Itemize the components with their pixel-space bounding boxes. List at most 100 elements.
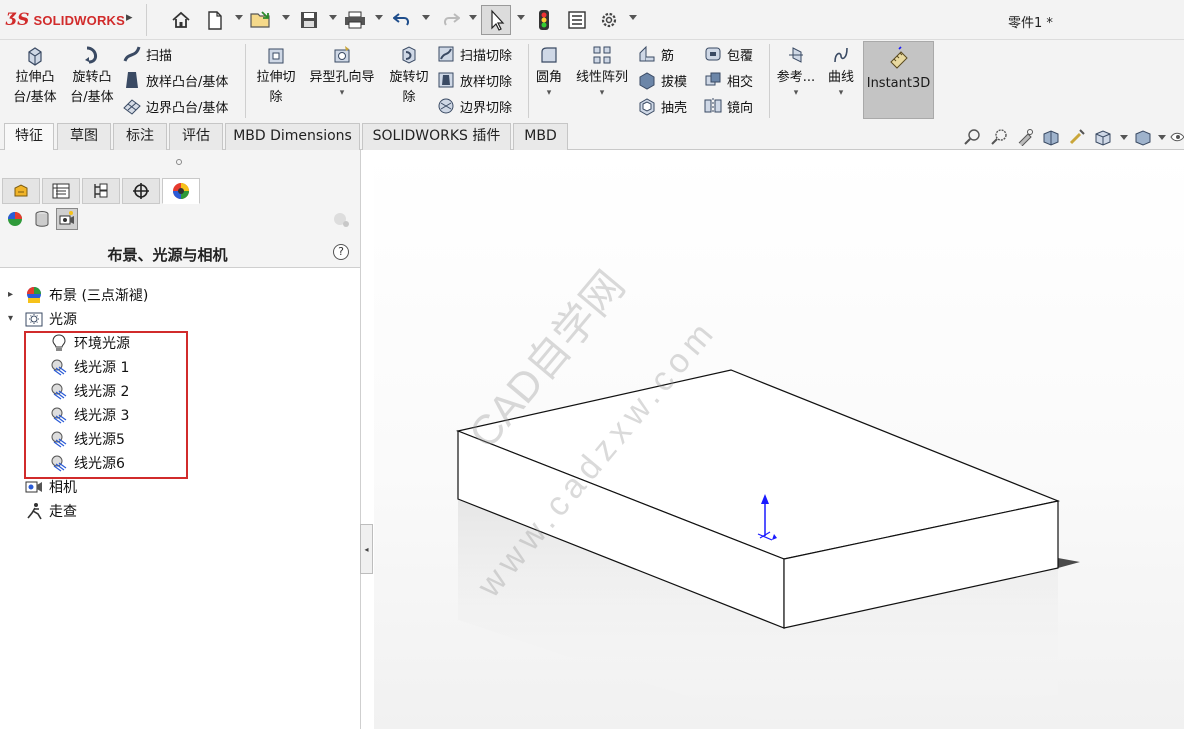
hide-show-items-icon[interactable] — [1170, 128, 1184, 150]
collapse-panel-arrow-icon[interactable]: ◂ — [360, 524, 373, 574]
chevron-down-icon[interactable] — [282, 15, 290, 20]
tab-property-manager[interactable] — [42, 178, 80, 204]
undo-icon[interactable] — [391, 6, 413, 34]
camera-icon — [25, 478, 43, 496]
panel-resize-handle[interactable] — [176, 159, 182, 165]
tab-features[interactable]: 特征 — [4, 123, 54, 150]
curves-button[interactable]: 曲线 ▾ — [822, 44, 860, 98]
extrude-cut-button[interactable]: 拉伸切 除 — [250, 44, 302, 108]
tab-markup[interactable]: 标注 — [113, 123, 167, 150]
help-icon[interactable]: ? — [333, 244, 349, 260]
panel-title: 布景、光源与相机 — [107, 246, 228, 264]
zoom-to-fit-icon[interactable] — [963, 128, 981, 150]
menu-expand-icon[interactable]: ▸ — [126, 10, 133, 25]
display-style-icon[interactable] — [1134, 128, 1152, 150]
select-pointer-icon[interactable] — [481, 5, 511, 35]
decals-icon[interactable] — [31, 208, 53, 230]
tab-feature-manager[interactable] — [2, 178, 40, 204]
zoom-to-area-icon[interactable] — [990, 128, 1008, 150]
mirror-button[interactable]: 镜向 — [703, 95, 753, 117]
draft-button[interactable]: 拔模 — [637, 69, 687, 91]
reference-geometry-button[interactable]: 参考... ▾ — [774, 44, 818, 98]
chevron-down-icon[interactable] — [329, 15, 337, 20]
chevron-down-icon[interactable] — [629, 15, 637, 20]
chevron-right-icon[interactable]: ▸ — [8, 289, 13, 300]
panel-splitter[interactable] — [360, 150, 374, 729]
rendering-options-icon[interactable] — [330, 208, 352, 230]
chevron-down-icon[interactable] — [375, 15, 383, 20]
extrude-boss-button[interactable]: 拉伸凸 台/基体 — [8, 44, 62, 108]
file-properties-icon[interactable] — [566, 6, 588, 34]
solidworks-logo[interactable]: ƷS SOLIDWORKS — [6, 9, 125, 31]
hole-wizard-button[interactable]: 异型孔向导 ▾ — [305, 44, 379, 98]
draft-icon — [639, 72, 655, 90]
tree-item-walkthrough[interactable]: 走查 — [25, 500, 77, 522]
save-icon[interactable] — [298, 6, 320, 34]
rib-button[interactable]: 筋 — [637, 43, 674, 65]
chevron-down-icon[interactable]: ▾ — [572, 88, 632, 98]
highlight-annotation-box — [24, 331, 188, 479]
chevron-down-icon[interactable]: ▾ — [305, 88, 379, 98]
open-file-icon[interactable] — [249, 6, 273, 34]
linear-pattern-icon — [593, 46, 611, 64]
chevron-down-icon[interactable] — [469, 15, 477, 20]
chevron-down-icon[interactable]: ▾ — [774, 88, 818, 98]
tab-solidworks-addins[interactable]: SOLIDWORKS 插件 — [362, 123, 511, 150]
tab-configuration-manager[interactable] — [82, 178, 120, 204]
boundary-boss-icon — [123, 99, 141, 115]
sweep-button[interactable]: 扫描 — [122, 43, 172, 65]
reference-geometry-icon — [789, 47, 803, 63]
dynamic-annotation-icon[interactable] — [1068, 128, 1086, 150]
home-icon[interactable] — [170, 6, 192, 34]
appearances-icon[interactable] — [4, 208, 26, 230]
tree-item-camera[interactable]: 相机 — [25, 476, 77, 498]
chevron-down-icon[interactable] — [1158, 135, 1166, 140]
shell-button[interactable]: 抽壳 — [637, 95, 687, 117]
divider — [245, 44, 246, 118]
chevron-down-icon[interactable] — [517, 15, 525, 20]
divider — [146, 4, 147, 36]
new-document-icon[interactable] — [205, 6, 225, 34]
revolve-cut-button[interactable]: 旋转切 除 — [383, 44, 435, 108]
tab-mbd-dimensions[interactable]: MBD Dimensions — [225, 123, 360, 150]
crosshair-icon — [133, 183, 149, 199]
rebuild-traffic-light-icon[interactable] — [535, 6, 553, 34]
tab-mbd[interactable]: MBD — [513, 123, 568, 150]
intersect-icon — [705, 72, 721, 86]
previous-view-icon[interactable] — [1016, 128, 1034, 150]
loft-boss-button[interactable]: 放样凸台/基体 — [122, 69, 228, 91]
tab-display-manager[interactable] — [162, 178, 200, 204]
revolve-boss-button[interactable]: 旋转凸 台/基体 — [65, 44, 119, 108]
boundary-boss-button[interactable]: 边界凸台/基体 — [122, 95, 228, 117]
chevron-down-icon[interactable]: ▾ — [822, 88, 860, 98]
curves-icon — [834, 47, 848, 63]
tab-evaluate[interactable]: 评估 — [169, 123, 223, 150]
print-icon[interactable] — [343, 6, 367, 34]
tree-item-scene[interactable]: 布景 (三点渐褪) — [25, 284, 148, 306]
graphics-area[interactable]: CAD自学网 www.cadzxw.com — [374, 150, 1184, 729]
loft-cut-button[interactable]: 放样切除 — [436, 69, 512, 91]
linear-pattern-button[interactable]: 线性阵列 ▾ — [572, 44, 632, 98]
options-gear-icon[interactable] — [598, 6, 620, 34]
chevron-down-icon[interactable]: ▾ — [532, 88, 566, 98]
wrap-button[interactable]: 包覆 — [703, 43, 753, 65]
fillet-button[interactable]: 圆角 ▾ — [532, 44, 566, 98]
chevron-down-icon[interactable] — [235, 15, 243, 20]
intersect-button[interactable]: 相交 — [703, 69, 753, 91]
section-view-icon[interactable] — [1042, 128, 1060, 150]
sweep-cut-button[interactable]: 扫描切除 — [436, 43, 512, 65]
redo-icon[interactable] — [440, 6, 462, 34]
view-orientation-icon[interactable] — [1094, 128, 1112, 150]
hole-wizard-icon — [334, 46, 350, 63]
instant3d-label: Instant3D — [866, 76, 931, 91]
boundary-cut-button[interactable]: 边界切除 — [436, 95, 512, 117]
property-manager-icon — [52, 183, 70, 199]
scene-lights-cameras-icon[interactable] — [56, 208, 78, 230]
tree-item-lights[interactable]: 光源 — [25, 308, 77, 330]
tab-sketch[interactable]: 草图 — [57, 123, 111, 150]
chevron-down-icon[interactable] — [422, 15, 430, 20]
tab-dimxpert-manager[interactable] — [122, 178, 160, 204]
chevron-down-icon[interactable]: ▾ — [8, 313, 13, 324]
chevron-down-icon[interactable] — [1120, 135, 1128, 140]
instant3d-button[interactable]: Instant3D — [863, 41, 934, 119]
